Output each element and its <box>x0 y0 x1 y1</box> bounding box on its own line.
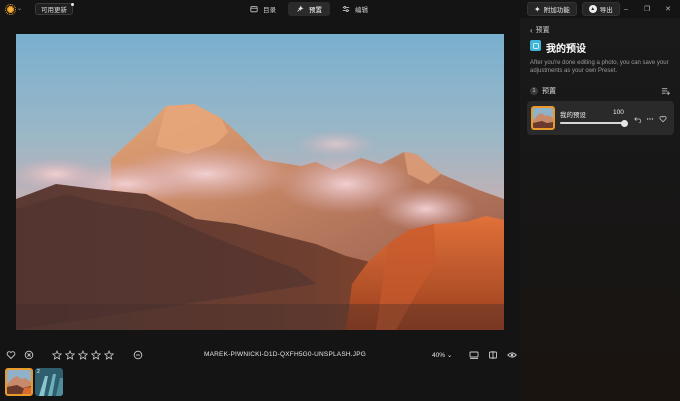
undo-icon <box>633 116 641 123</box>
tab-edit[interactable]: 编辑 <box>334 2 376 16</box>
thumb-blue-building[interactable]: 2 <box>35 368 63 396</box>
preset-amount: 100 <box>613 109 624 116</box>
photo-canvas[interactable] <box>16 34 504 330</box>
mountain-photo <box>16 34 504 330</box>
star-5-button[interactable] <box>104 350 114 360</box>
tab-edit-label: 编辑 <box>355 7 368 14</box>
favorite-preset-button[interactable] <box>658 114 667 123</box>
star-3-button[interactable] <box>78 350 88 360</box>
section-number-badge: 1 <box>530 87 538 95</box>
back-button[interactable]: ‹ 预置 <box>530 25 550 35</box>
star-4-button[interactable] <box>91 350 101 360</box>
section-label: 预置 <box>542 88 556 95</box>
filmstrip-icon <box>469 351 479 359</box>
sparkle-icon: ✦ <box>534 4 541 14</box>
reject-button[interactable] <box>24 350 34 360</box>
presets-icon <box>297 5 304 12</box>
add-preset-icon[interactable] <box>661 86 670 95</box>
notification-dot <box>71 3 74 6</box>
mode-tabs: 目录 预置 编辑 <box>242 2 376 16</box>
eye-icon <box>507 352 517 358</box>
close-icon: ✕ <box>665 6 671 13</box>
app-logo-icon <box>5 3 16 15</box>
preset-item[interactable]: 我的预设 100 <box>527 101 674 135</box>
clear-rating-button[interactable] <box>133 350 143 360</box>
restore-button[interactable]: ❐ <box>640 3 654 15</box>
panel-description: After you're done editing a photo, you c… <box>530 60 669 74</box>
star-icon <box>104 350 114 360</box>
tab-catalog[interactable]: 目录 <box>242 2 284 16</box>
slider-fill <box>560 122 624 124</box>
section-header: 1 预置 <box>530 86 556 96</box>
close-button[interactable]: ✕ <box>661 3 675 15</box>
app-menu-button[interactable]: ⌄ <box>5 3 28 15</box>
star-icon <box>91 350 101 360</box>
export-icon: ▲ <box>588 5 597 13</box>
compare-button[interactable] <box>488 350 498 360</box>
viewer-toolbar: MAREK-PIWNICKI-D1D-QXFH5G0-UNSPLASH.JPG … <box>0 346 520 364</box>
preset-group-icon <box>530 40 541 51</box>
add-ons-label: 附加功能 <box>543 7 570 14</box>
star-2-button[interactable] <box>65 350 75 360</box>
thumb-image <box>7 370 31 394</box>
edit-sliders-icon <box>342 6 350 12</box>
minimize-button[interactable]: – <box>619 3 633 15</box>
star-icon <box>65 350 75 360</box>
heart-icon <box>659 115 666 122</box>
preset-name: 我的预设 <box>560 112 586 119</box>
more-options-button[interactable] <box>645 114 654 123</box>
presets-panel: ‹ 预置 我的预设 After you're done editing a ph… <box>520 18 680 401</box>
tab-catalog-label: 目录 <box>263 7 276 14</box>
chevron-down-icon: ⌄ <box>446 352 453 359</box>
preset-thumbnail <box>531 106 555 130</box>
reject-icon <box>24 350 34 360</box>
top-actions: ✦ 附加功能 ▲ 导出 <box>527 2 620 16</box>
preset-amount-slider[interactable] <box>560 119 628 127</box>
export-label: 导出 <box>599 7 613 14</box>
update-label: 可用更新 <box>41 7 67 14</box>
favorite-button[interactable] <box>6 350 16 360</box>
panel-title: 我的预设 <box>546 44 586 55</box>
compare-icon <box>489 351 497 359</box>
zoom-dropdown[interactable]: 40% ⌄ <box>432 351 452 359</box>
thumb-badge: 2 <box>37 369 40 375</box>
top-bar: ⌄ 可用更新 目录 预置 编辑 ✦ 附加功能 ▲ 导出 – ❐ ✕ <box>0 0 680 18</box>
star-icon <box>78 350 88 360</box>
minus-circle-icon <box>133 350 143 360</box>
filmstrip-toggle-button[interactable] <box>469 350 479 360</box>
thumb-sunset-mountains[interactable] <box>5 368 33 396</box>
chevron-left-icon: ‹ <box>530 25 533 35</box>
tab-presets-label: 预置 <box>309 7 322 14</box>
back-label: 预置 <box>535 27 550 34</box>
minimize-icon: – <box>624 5 628 13</box>
file-name: MAREK-PIWNICKI-D1D-QXFH5G0-UNSPLASH.JPG <box>203 351 367 358</box>
slider-handle[interactable] <box>620 119 628 127</box>
add-ons-button[interactable]: ✦ 附加功能 <box>527 2 577 16</box>
restore-icon: ❐ <box>643 6 651 13</box>
export-button[interactable]: ▲ 导出 <box>581 2 620 16</box>
heart-icon <box>6 351 16 360</box>
star-icon <box>52 350 62 360</box>
undo-preset-button[interactable] <box>633 114 642 123</box>
catalog-icon <box>250 6 258 13</box>
zoom-value: 40% <box>432 352 446 359</box>
update-available-button[interactable]: 可用更新 <box>35 3 74 15</box>
chevron-down-icon: ⌄ <box>17 6 23 12</box>
preview-button[interactable] <box>507 350 517 360</box>
preset-thumb-image <box>533 108 553 128</box>
more-icon <box>646 117 653 120</box>
star-1-button[interactable] <box>52 350 62 360</box>
tab-presets[interactable]: 预置 <box>288 2 330 16</box>
